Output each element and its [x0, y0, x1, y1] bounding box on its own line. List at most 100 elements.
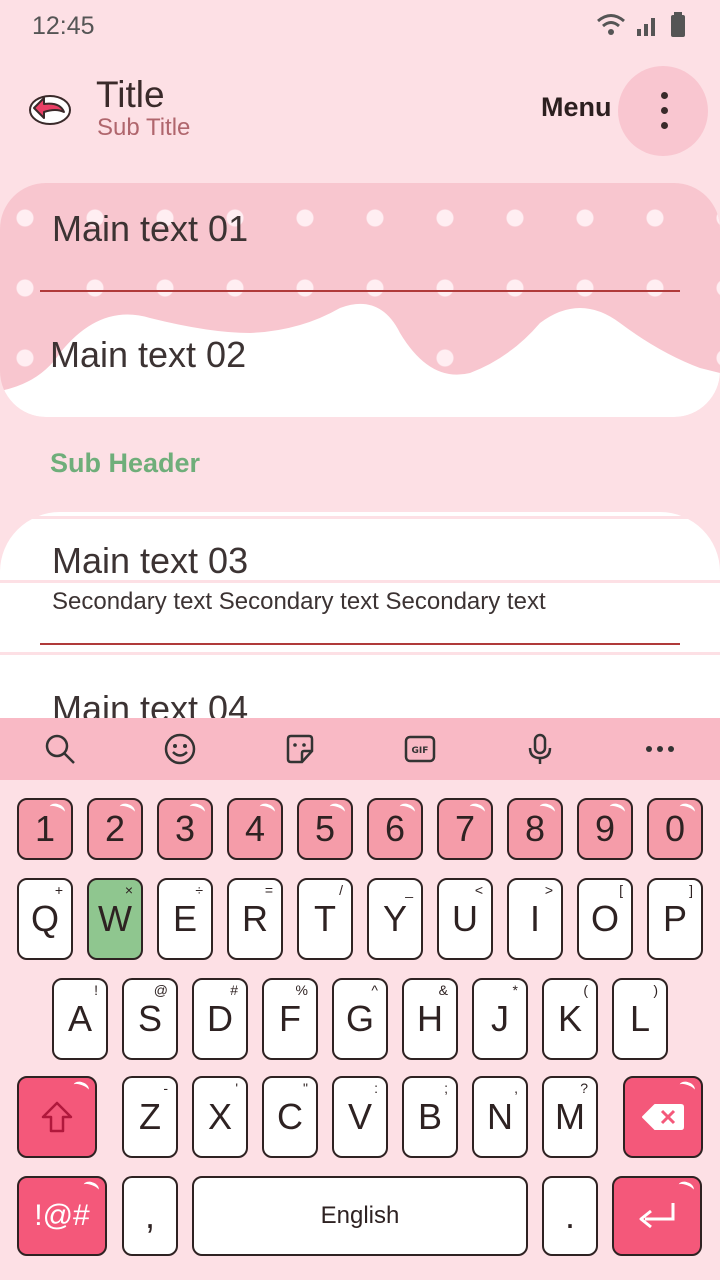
key-5[interactable]: 5	[297, 798, 353, 860]
search-icon[interactable]	[42, 731, 78, 767]
key-e[interactable]: E ÷	[157, 878, 213, 960]
key-label: G	[345, 998, 374, 1039]
key-h[interactable]: H &	[402, 978, 458, 1060]
key-hint: ?	[580, 1080, 588, 1096]
key-0[interactable]: 0	[647, 798, 703, 860]
page-subtitle: Sub Title	[97, 114, 191, 141]
list-item-main-text[interactable]: Main text 02	[50, 334, 246, 376]
key-hint: &	[438, 982, 448, 998]
key-f[interactable]: F%	[262, 978, 318, 1060]
key-hint: +	[54, 882, 63, 898]
key-hint: ^	[371, 982, 378, 998]
key-x[interactable]: X '	[192, 1076, 248, 1158]
key-label: English	[320, 1202, 400, 1229]
key-2[interactable]: 2	[87, 798, 143, 860]
more-horiz-icon[interactable]	[642, 731, 678, 767]
key-label: P	[662, 898, 687, 939]
key-label: Y	[382, 898, 407, 939]
list-item-secondary-text: Secondary text Secondary text Secondary …	[52, 588, 546, 615]
key-label: 2	[104, 808, 126, 849]
key-label: V	[347, 1096, 372, 1137]
emoji-icon[interactable]	[162, 731, 198, 767]
backspace-key[interactable]	[623, 1076, 703, 1158]
key-7[interactable]: 7	[437, 798, 493, 860]
more-vert-icon	[661, 92, 668, 99]
key-z[interactable]: Z-	[122, 1076, 178, 1158]
more-options-button[interactable]	[618, 66, 708, 156]
key-label: Z	[139, 1096, 161, 1137]
list-divider	[40, 290, 680, 292]
card-stripe	[0, 516, 720, 519]
key-v[interactable]: V:	[332, 1076, 388, 1158]
space-key[interactable]: English	[192, 1176, 528, 1256]
key-n[interactable]: N,	[472, 1076, 528, 1158]
key-w[interactable]: W ×	[87, 878, 143, 960]
key-label: H	[417, 998, 443, 1039]
key-q[interactable]: Q +	[17, 878, 73, 960]
key-s[interactable]: S @	[122, 978, 178, 1060]
list-item-main-text[interactable]: Main text 03	[52, 540, 248, 582]
key-g[interactable]: G ^	[332, 978, 388, 1060]
enter-key[interactable]	[612, 1176, 702, 1256]
mic-icon[interactable]	[522, 731, 558, 767]
key-hint: ;	[444, 1080, 448, 1096]
key-u[interactable]: U <	[437, 878, 493, 960]
key-d[interactable]: D #	[192, 978, 248, 1060]
key-label: 9	[594, 808, 616, 849]
key-hint: -	[163, 1080, 168, 1096]
key-y[interactable]: Y _	[367, 878, 423, 960]
status-bar: 12:45	[0, 0, 720, 52]
key-4[interactable]: 4	[227, 798, 283, 860]
key-label: 1	[34, 808, 56, 849]
shift-key[interactable]	[17, 1076, 97, 1158]
key-label: 8	[524, 808, 546, 849]
symbols-key[interactable]: !@#	[17, 1176, 107, 1256]
key-k[interactable]: K(	[542, 978, 598, 1060]
key-m[interactable]: M?	[542, 1076, 598, 1158]
comma-key[interactable]: ,	[122, 1176, 178, 1256]
key-hint: @	[153, 982, 168, 998]
key-label: X	[207, 1096, 232, 1137]
list-item-main-text[interactable]: Main text 01	[52, 208, 248, 250]
key-t[interactable]: T /	[297, 878, 353, 960]
key-hint: '	[235, 1080, 238, 1096]
key-hint: ×	[124, 882, 133, 898]
sticker-icon[interactable]	[282, 731, 318, 767]
signal-icon	[637, 18, 655, 36]
key-r[interactable]: R =	[227, 878, 283, 960]
key-8[interactable]: 8	[507, 798, 563, 860]
key-c[interactable]: C "	[262, 1076, 318, 1158]
app-bar: Title Sub Title Menu	[0, 62, 720, 162]
key-l[interactable]: L)	[612, 978, 668, 1060]
gif-icon[interactable]: GIF	[402, 731, 438, 767]
key-6[interactable]: 6	[367, 798, 423, 860]
key-hint: _	[405, 882, 413, 898]
key-i[interactable]: I >	[507, 878, 563, 960]
key-label: Q	[30, 898, 59, 939]
key-label: 4	[244, 808, 266, 849]
key-label: !@#	[34, 1199, 90, 1232]
key-hint: )	[653, 982, 658, 998]
key-hint: (	[583, 982, 588, 998]
key-o[interactable]: O[	[577, 878, 633, 960]
key-hint: !	[94, 982, 98, 998]
back-arrow-icon[interactable]	[26, 88, 72, 128]
key-b[interactable]: B;	[402, 1076, 458, 1158]
key-3[interactable]: 3	[157, 798, 213, 860]
key-label: F	[279, 998, 301, 1039]
key-label: D	[207, 998, 233, 1039]
key-a[interactable]: A!	[52, 978, 108, 1060]
key-j[interactable]: J *	[472, 978, 528, 1060]
key-label: 5	[314, 808, 336, 849]
key-p[interactable]: P]	[647, 878, 703, 960]
key-1[interactable]: 1	[17, 798, 73, 860]
menu-button[interactable]: Menu	[541, 92, 612, 123]
status-time: 12:45	[32, 12, 95, 40]
key-label: 3	[174, 808, 196, 849]
key-hint: =	[264, 882, 273, 898]
key-9[interactable]: 9	[577, 798, 633, 860]
key-label: C	[277, 1096, 303, 1137]
key-hint: <	[474, 882, 483, 898]
period-key[interactable]: .	[542, 1176, 598, 1256]
key-hint: [	[619, 882, 623, 898]
